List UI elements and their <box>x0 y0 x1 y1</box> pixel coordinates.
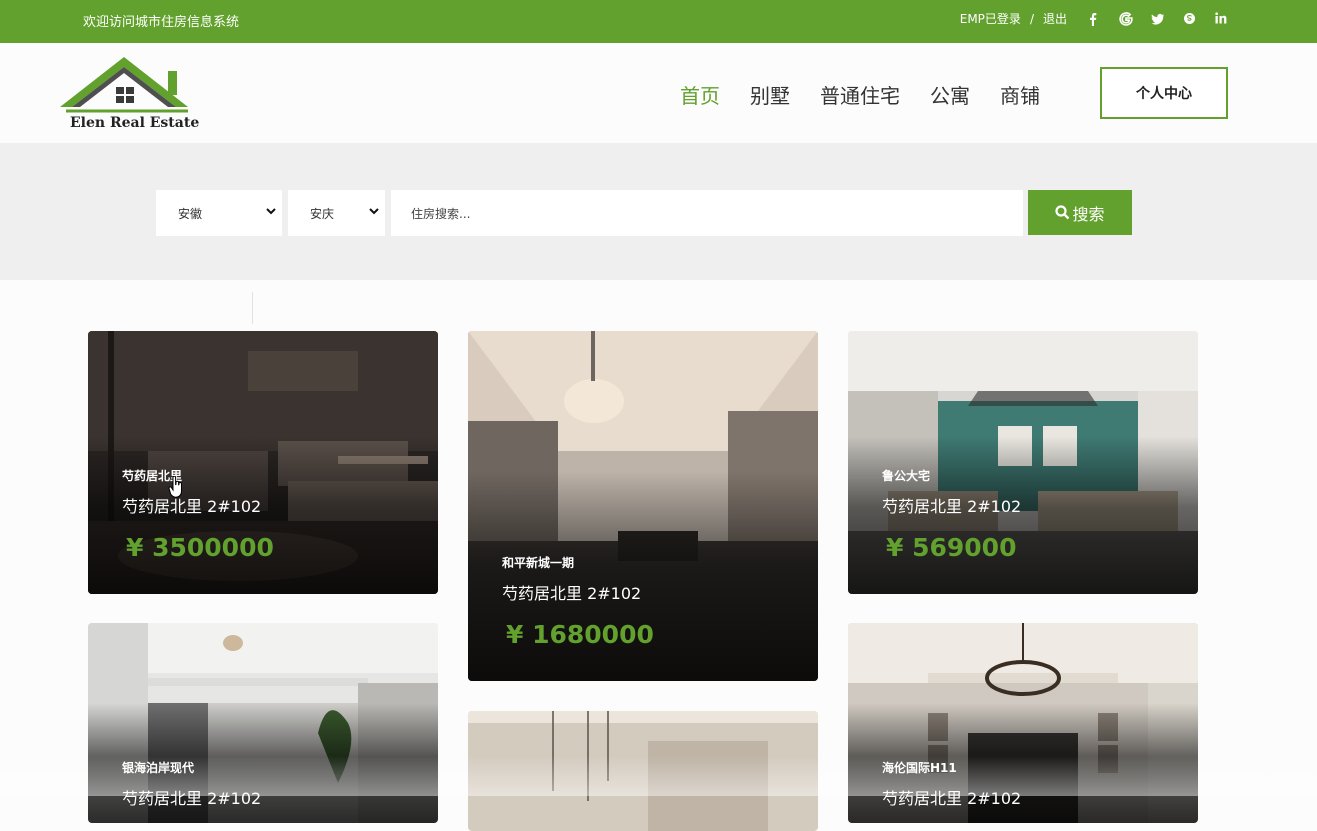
listing-category[interactable]: 鲁公大宅 <box>882 467 930 484</box>
chevron-down-icon <box>369 208 379 215</box>
nav-item-home[interactable]: 首页 <box>680 80 720 109</box>
nav-item-residence[interactable]: 普通住宅 <box>820 80 900 109</box>
search-band: 安徽 安庆 住房搜索... 搜索 <box>0 143 1317 280</box>
listing-address: 芍药居北里 2#102 <box>502 584 642 603</box>
search-button-label: 搜索 <box>1072 204 1105 224</box>
listing-price: ¥ 1680000 <box>506 620 654 649</box>
google-icon[interactable] <box>1119 11 1133 26</box>
listing-address: 芍药居北里 2#102 <box>882 789 1022 808</box>
listing-card[interactable]: 和平新城一期 芍药居北里 2#102 ¥ 1680000 <box>468 331 818 681</box>
chevron-down-icon <box>266 208 276 215</box>
separator: / <box>1029 11 1034 26</box>
skype-icon[interactable] <box>1183 12 1195 26</box>
site-header: Elen Real Estate 首页 别墅 普通住宅 公寓 商铺 个人中心 <box>0 43 1317 143</box>
divider <box>252 292 253 324</box>
listing-address: 芍药居北里 2#102 <box>122 497 262 516</box>
listing-price: ¥ 3500000 <box>126 533 274 562</box>
card-overlay <box>468 471 818 681</box>
search-input[interactable]: 住房搜索... <box>391 190 1023 236</box>
linkedin-icon[interactable] <box>1215 11 1227 26</box>
hand-cursor-icon <box>168 476 182 498</box>
nav-item-apartment[interactable]: 公寓 <box>930 80 970 109</box>
city-select[interactable]: 安庆 <box>288 190 385 236</box>
listing-address: 芍药居北里 2#102 <box>122 789 262 808</box>
facebook-icon[interactable] <box>1087 12 1099 26</box>
listing-category[interactable]: 海伦国际H11 <box>882 759 957 776</box>
main-nav: 首页 别墅 普通住宅 公寓 商铺 <box>680 80 1070 109</box>
top-bar: 欢迎访问城市住房信息系统 EMP已登录 / 退出 <box>0 0 1317 43</box>
house-logo-icon <box>60 57 188 113</box>
listing-photo <box>468 711 818 831</box>
logged-in-user[interactable]: EMP已登录 <box>960 10 1021 27</box>
listing-card[interactable]: 海伦国际H11 芍药居北里 2#102 <box>848 623 1198 823</box>
top-bar-right: EMP已登录 / 退出 <box>960 10 1227 27</box>
province-value: 安徽 <box>178 206 203 221</box>
listing-address: 芍药居北里 2#102 <box>882 497 1022 516</box>
logout-link[interactable]: 退出 <box>1043 10 1067 27</box>
logo[interactable]: Elen Real Estate <box>58 55 200 135</box>
search-button[interactable]: 搜索 <box>1028 190 1132 235</box>
city-value: 安庆 <box>310 206 335 221</box>
nav-item-shop[interactable]: 商铺 <box>1000 80 1040 109</box>
user-center-button[interactable]: 个人中心 <box>1100 67 1228 119</box>
listing-price: ¥ 569000 <box>886 533 1017 562</box>
nav-item-villa[interactable]: 别墅 <box>750 80 790 109</box>
search-icon <box>1055 205 1070 220</box>
listing-category[interactable]: 和平新城一期 <box>502 554 574 571</box>
brand-name: Elen Real Estate <box>70 115 200 131</box>
listing-card[interactable]: 芍药居北里 芍药居北里 2#102 ¥ 3500000 <box>88 331 438 594</box>
listing-card[interactable] <box>468 711 818 831</box>
listing-card[interactable]: 鲁公大宅 芍药居北里 2#102 ¥ 569000 <box>848 331 1198 594</box>
listing-category[interactable]: 银海泊岸现代 <box>122 759 194 776</box>
welcome-text: 欢迎访问城市住房信息系统 <box>83 15 240 30</box>
province-select[interactable]: 安徽 <box>156 190 282 236</box>
listing-card[interactable]: 银海泊岸现代 芍药居北里 2#102 <box>88 623 438 823</box>
twitter-icon[interactable] <box>1151 12 1164 26</box>
